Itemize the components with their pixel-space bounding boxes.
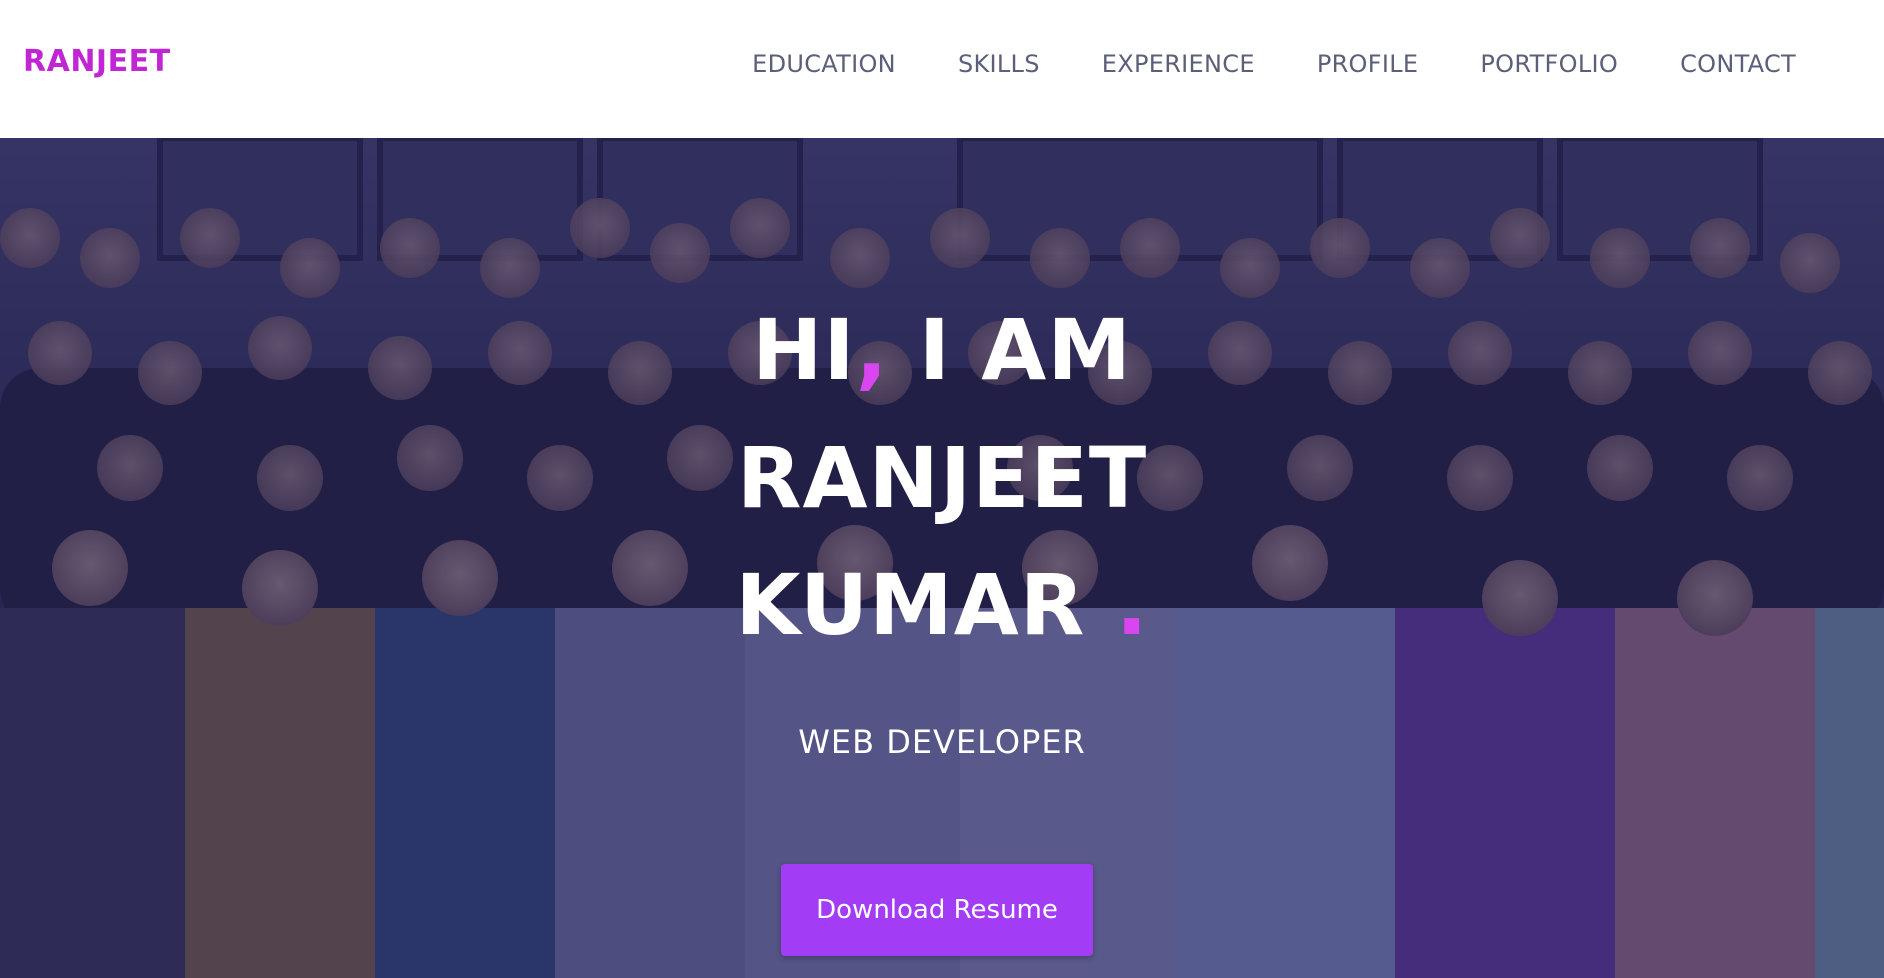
nav-link-contact[interactable]: CONTACT	[1680, 50, 1796, 78]
nav-link-portfolio[interactable]: PORTFOLIO	[1480, 50, 1618, 78]
nav-link-education[interactable]: EDUCATION	[752, 50, 896, 78]
headline-i-am: I AM	[888, 301, 1132, 399]
headline-last-name: KUMAR	[735, 556, 1116, 654]
nav-menu: EDUCATION SKILLS EXPERIENCE PROFILE PORT…	[752, 50, 1796, 78]
hero-content: HI, I AM RANJEET KUMAR . WEB DEVELOPER D…	[0, 138, 1884, 978]
headline-greeting: HI, I AM	[0, 308, 1884, 392]
hero-subtitle: WEB DEVELOPER	[798, 723, 1086, 761]
headline-first-name: RANJEET	[736, 429, 1148, 527]
headline-last-name-wrap: KUMAR .	[0, 563, 1884, 647]
headline-comma-accent: ,	[855, 301, 889, 399]
hero-section: HI, I AM RANJEET KUMAR . WEB DEVELOPER D…	[0, 138, 1884, 978]
nav-link-profile[interactable]: PROFILE	[1317, 50, 1419, 78]
download-resume-button[interactable]: Download Resume	[781, 864, 1093, 956]
nav-link-experience[interactable]: EXPERIENCE	[1102, 50, 1255, 78]
page: RANJEET EDUCATION SKILLS EXPERIENCE PROF…	[0, 0, 1884, 978]
nav-link-skills[interactable]: SKILLS	[958, 50, 1040, 78]
headline-hi: HI	[752, 301, 856, 399]
navbar: RANJEET EDUCATION SKILLS EXPERIENCE PROF…	[0, 0, 1884, 138]
brand-logo-link[interactable]: RANJEET	[23, 44, 171, 79]
headline-dot-accent: .	[1115, 556, 1149, 654]
